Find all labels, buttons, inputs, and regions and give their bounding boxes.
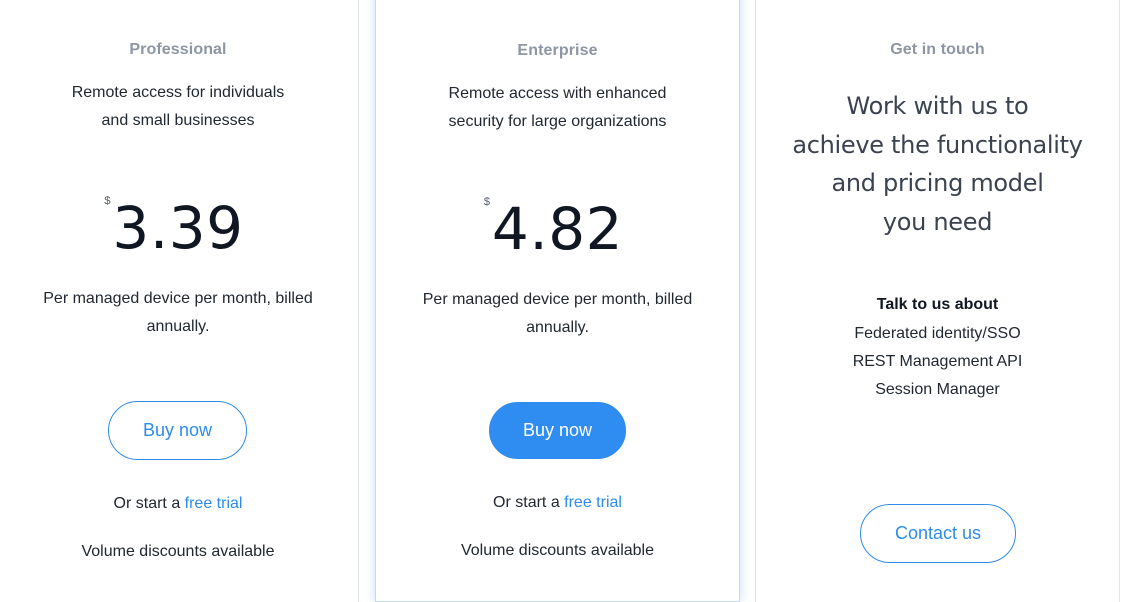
billing-note-line: Per managed device per month, billed (422, 291, 693, 308)
plan-description-line: security for large organizations (448, 113, 667, 130)
plan-description: Remote access for individuals and small … (0, 79, 358, 135)
billing-note: Per managed device per month, billed ann… (0, 285, 358, 341)
plan-description-line: Remote access for individuals (71, 84, 285, 101)
contact-us-button[interactable]: Contact us (860, 504, 1016, 563)
plan-price: $ 4.82 (376, 195, 739, 263)
price-value: 4.82 (491, 195, 624, 263)
price-value-wrap: $ 3.39 (104, 194, 244, 262)
contact-tagline: Work with us to achieve the functionalit… (756, 87, 1119, 241)
billing-note-line: Per managed device per month, billed (43, 290, 313, 307)
plan-card-contact: Get in touch Work with us to achieve the… (755, 0, 1120, 602)
pricing-section: Professional Remote access for individua… (0, 0, 1123, 602)
free-trial-prefix: Or start a (493, 494, 565, 511)
volume-discount-note: Volume discounts available (460, 542, 654, 559)
talk-to-us-heading: Talk to us about (876, 296, 999, 313)
free-trial-prefix: Or start a (113, 495, 185, 512)
free-trial-link[interactable]: free trial (564, 494, 622, 511)
currency-symbol: $ (104, 195, 112, 207)
free-trial-link[interactable]: free trial (185, 495, 243, 512)
free-trial-note: Or start a free trial (376, 492, 739, 514)
buy-now-button[interactable]: Buy now (489, 402, 626, 459)
contact-tagline-line: Work with us to (846, 92, 1029, 120)
talk-topic-item: REST Management API (852, 353, 1023, 370)
plan-name: Enterprise (517, 42, 598, 59)
plan-description-line: and small businesses (101, 112, 255, 129)
currency-symbol: $ (483, 196, 491, 208)
contact-tagline-line: you need (882, 207, 993, 236)
price-value: 3.39 (112, 194, 244, 262)
plan-name: Get in touch (890, 41, 985, 58)
talk-topics-list: Federated identity/SSO REST Management A… (756, 320, 1119, 404)
talk-topic-item: Federated identity/SSO (854, 325, 1021, 342)
plan-name: Professional (129, 41, 227, 58)
talk-topic-item: Session Manager (875, 381, 1000, 398)
plan-description-line: Remote access with enhanced (448, 85, 667, 102)
volume-discount-note: Volume discounts available (81, 543, 275, 560)
plan-card-enterprise: Enterprise Remote access with enhanced s… (375, 0, 740, 602)
billing-note-line: annually. (146, 318, 210, 335)
buy-now-button[interactable]: Buy now (108, 401, 247, 460)
contact-tagline-line: achieve the functionality (792, 130, 1083, 159)
plan-card-professional: Professional Remote access for individua… (0, 0, 359, 602)
price-value-wrap: $ 4.82 (484, 195, 624, 263)
contact-tagline-line: and pricing model (831, 169, 1044, 197)
plan-price: $ 3.39 (0, 194, 358, 262)
billing-note: Per managed device per month, billed ann… (376, 286, 739, 342)
plan-description: Remote access with enhanced security for… (376, 80, 739, 136)
free-trial-note: Or start a free trial (0, 493, 358, 515)
billing-note-line: annually. (526, 319, 589, 336)
